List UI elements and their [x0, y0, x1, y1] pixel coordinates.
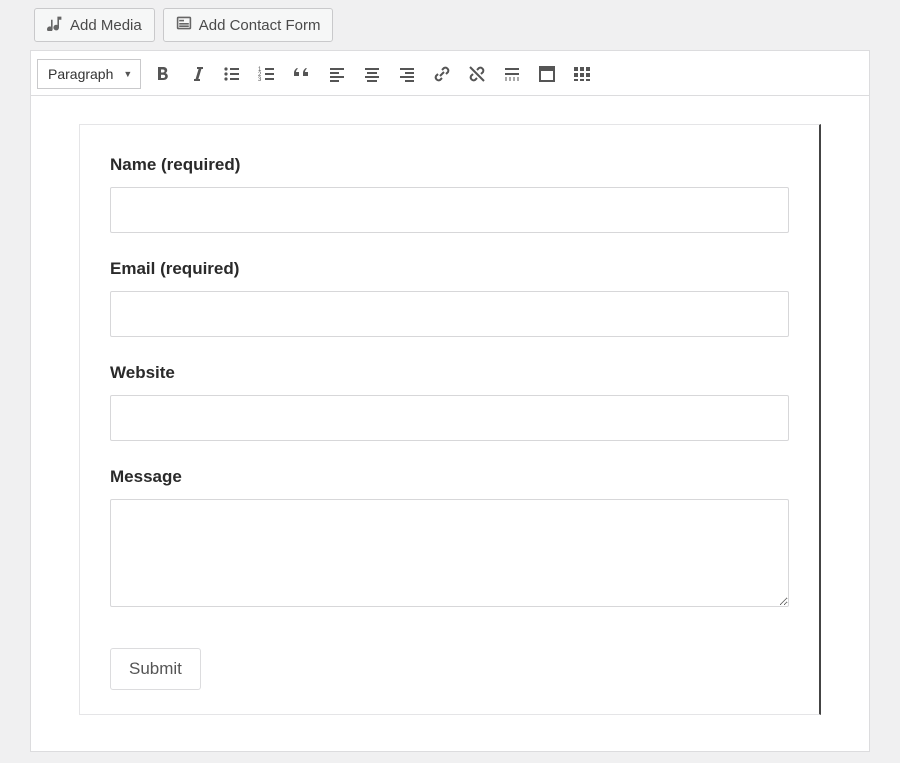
link-button[interactable] — [428, 60, 456, 88]
chevron-down-icon: ▼ — [123, 69, 132, 79]
website-input[interactable] — [110, 395, 789, 441]
editor-toolbar: Paragraph ▼ 123 — [30, 50, 870, 96]
name-input[interactable] — [110, 187, 789, 233]
field-message: Message — [110, 467, 789, 612]
svg-text:3: 3 — [258, 77, 262, 83]
svg-text:2: 2 — [258, 72, 262, 78]
media-buttons-row: Add Media Add Contact Form — [30, 0, 870, 50]
insert-more-button[interactable] — [498, 60, 526, 88]
message-textarea[interactable] — [110, 499, 789, 607]
align-left-button[interactable] — [323, 60, 351, 88]
add-contact-form-label: Add Contact Form — [199, 17, 321, 34]
editor-canvas[interactable]: Name (required) Email (required) Website… — [30, 96, 870, 752]
format-dropdown-label: Paragraph — [48, 66, 113, 82]
svg-text:1: 1 — [258, 67, 262, 73]
music-note-icon — [47, 15, 63, 35]
email-input[interactable] — [110, 291, 789, 337]
message-label: Message — [110, 467, 789, 487]
email-label: Email (required) — [110, 259, 789, 279]
form-icon — [176, 15, 192, 35]
fullscreen-button[interactable] — [533, 60, 561, 88]
align-right-button[interactable] — [393, 60, 421, 88]
name-label: Name (required) — [110, 155, 789, 175]
field-website: Website — [110, 363, 789, 441]
toolbar-toggle-button[interactable] — [568, 60, 596, 88]
bold-button[interactable] — [148, 60, 176, 88]
field-email: Email (required) — [110, 259, 789, 337]
align-center-button[interactable] — [358, 60, 386, 88]
website-label: Website — [110, 363, 789, 383]
editor-wrap: Add Media Add Contact Form Paragraph ▼ 1… — [30, 0, 870, 752]
add-media-label: Add Media — [70, 17, 142, 34]
submit-button[interactable]: Submit — [110, 648, 201, 690]
contact-form-preview: Name (required) Email (required) Website… — [79, 124, 821, 715]
numbered-list-button[interactable]: 123 — [253, 60, 281, 88]
field-name: Name (required) — [110, 155, 789, 233]
italic-button[interactable] — [183, 60, 211, 88]
format-dropdown[interactable]: Paragraph ▼ — [37, 59, 141, 89]
bullet-list-button[interactable] — [218, 60, 246, 88]
add-media-button[interactable]: Add Media — [34, 8, 155, 42]
blockquote-button[interactable] — [288, 60, 316, 88]
add-contact-form-button[interactable]: Add Contact Form — [163, 8, 334, 42]
unlink-button[interactable] — [463, 60, 491, 88]
